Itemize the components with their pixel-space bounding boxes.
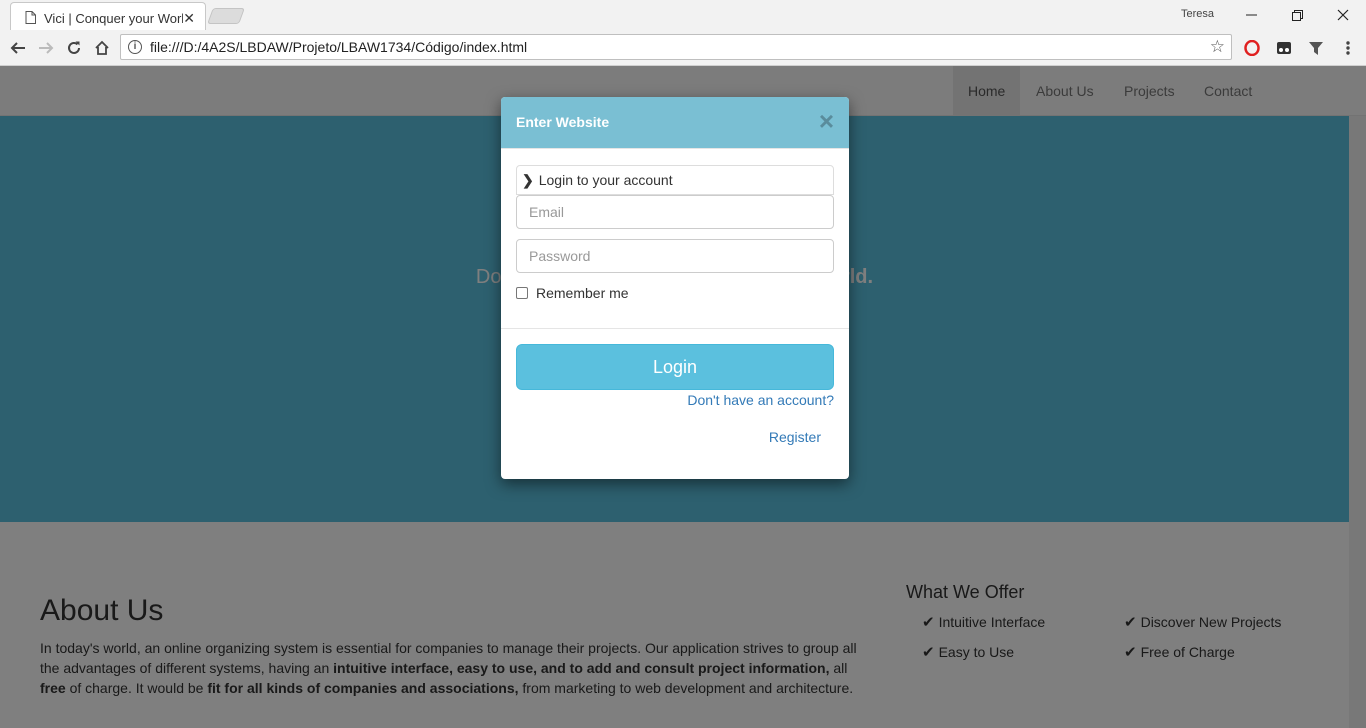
remember-me-checkbox[interactable] <box>516 287 528 299</box>
login-panel-heading-text: Login to your account <box>538 172 673 188</box>
home-icon[interactable] <box>90 36 114 60</box>
incognito-icon[interactable] <box>1273 37 1295 59</box>
close-icon[interactable]: × <box>819 108 834 134</box>
remember-me-label[interactable]: Remember me <box>536 285 629 301</box>
opera-icon[interactable] <box>1241 37 1263 59</box>
tab-close-icon[interactable]: ✕ <box>183 10 195 27</box>
browser-tab[interactable]: Vici | Conquer your World ✕ <box>10 2 206 30</box>
address-url[interactable]: file:///D:/4A2S/LBDAW/Projeto/LBAW1734/C… <box>150 39 527 55</box>
register-link[interactable]: Register <box>769 429 821 445</box>
login-panel-heading: ❯ Login to your account <box>516 165 834 195</box>
email-field[interactable] <box>516 195 834 229</box>
restore-icon[interactable] <box>1274 2 1320 28</box>
menu-icon[interactable] <box>1337 37 1359 59</box>
remember-me-row: Remember me <box>516 285 629 301</box>
login-button[interactable]: Login <box>516 344 834 390</box>
minimize-icon[interactable] <box>1228 2 1274 28</box>
browser-tabstrip: Vici | Conquer your World ✕ Teresa <box>0 0 1366 30</box>
extension-icon[interactable] <box>1305 37 1327 59</box>
chevron-right-icon: ❯ <box>522 171 534 188</box>
address-bar[interactable]: i file:///D:/4A2S/LBDAW/Projeto/LBAW1734… <box>120 34 1232 60</box>
browser-user[interactable]: Teresa <box>1181 8 1214 20</box>
password-field[interactable] <box>516 239 834 273</box>
forward-icon[interactable] <box>34 36 58 60</box>
info-icon[interactable]: i <box>128 40 142 54</box>
modal-header: Enter Website × <box>501 97 849 149</box>
modal-divider <box>501 328 849 329</box>
new-tab-button[interactable] <box>207 8 245 24</box>
browser-toolbar: i file:///D:/4A2S/LBDAW/Projeto/LBAW1734… <box>0 30 1366 66</box>
window-close-icon[interactable] <box>1320 2 1366 28</box>
page-icon <box>25 10 36 27</box>
back-icon[interactable] <box>6 36 30 60</box>
modal-title: Enter Website <box>516 114 610 130</box>
bookmark-star-icon[interactable]: ☆ <box>1210 37 1225 57</box>
reload-icon[interactable] <box>62 36 86 60</box>
no-account-link[interactable]: Don't have an account? <box>687 392 834 408</box>
login-modal: Enter Website × ❯ Login to your account … <box>501 97 849 479</box>
tab-title: Vici | Conquer your World <box>44 11 184 26</box>
